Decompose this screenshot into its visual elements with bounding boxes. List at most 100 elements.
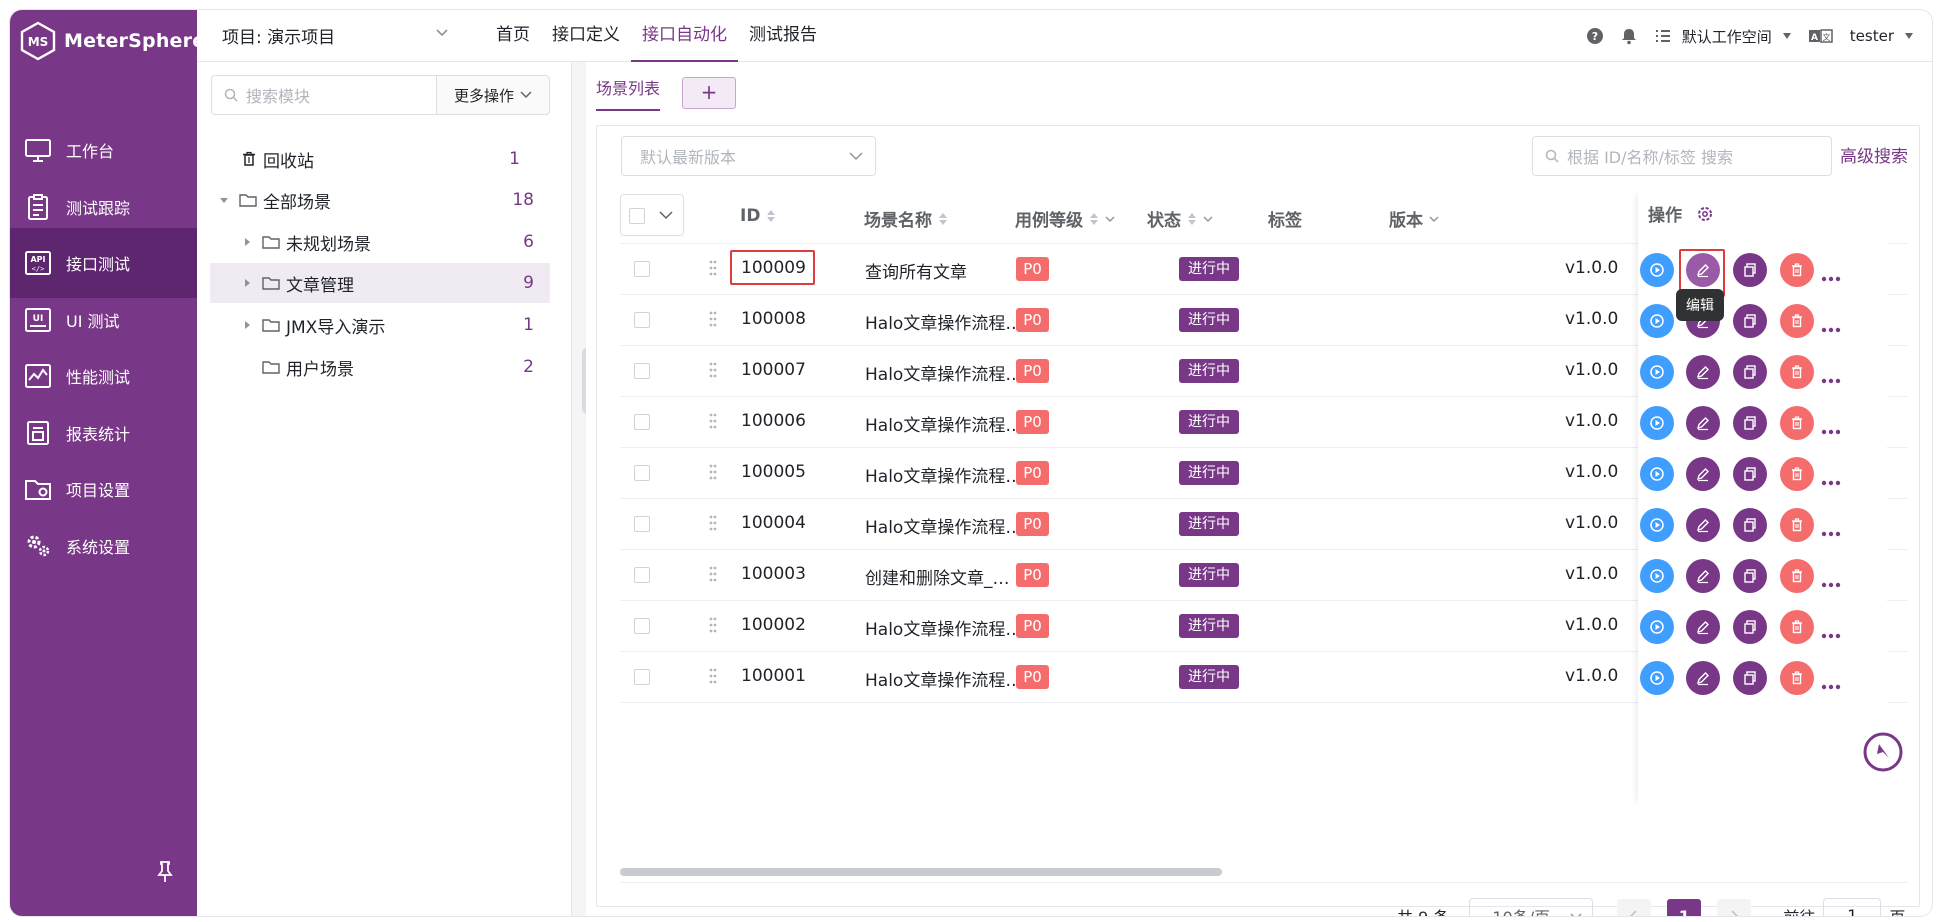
settings-icon[interactable] — [1696, 205, 1714, 223]
column-header-level[interactable]: 用例等级 — [1015, 206, 1115, 231]
copy-button[interactable] — [1733, 457, 1767, 491]
module-search-input[interactable]: 搜索模块 — [211, 75, 437, 115]
tab-scenario-list[interactable]: 场景列表 — [596, 75, 661, 111]
more-actions-icon[interactable] — [1821, 471, 1841, 486]
row-checkbox[interactable] — [634, 312, 650, 328]
more-actions-icon[interactable] — [1821, 369, 1841, 384]
row-checkbox[interactable] — [634, 363, 650, 379]
delete-button[interactable] — [1780, 355, 1814, 389]
more-actions-icon[interactable] — [1821, 624, 1841, 639]
copy-button[interactable] — [1733, 253, 1767, 287]
copy-button[interactable] — [1733, 661, 1767, 695]
caret-down-icon[interactable] — [219, 195, 229, 205]
caret-right-icon[interactable] — [242, 278, 252, 288]
more-actions-icon[interactable] — [1821, 675, 1841, 690]
version-select[interactable]: 默认最新版本 — [621, 136, 876, 176]
sidebar-item-system-settings[interactable]: 系统设置 — [10, 511, 197, 581]
delete-button[interactable] — [1780, 661, 1814, 695]
drag-handle-icon[interactable] — [709, 565, 717, 583]
drag-handle-icon[interactable] — [709, 616, 717, 634]
copy-button[interactable] — [1733, 304, 1767, 338]
sort-icon[interactable] — [938, 211, 948, 227]
drag-handle-icon[interactable] — [709, 463, 717, 481]
compass-icon[interactable] — [1862, 731, 1904, 773]
edit-button[interactable] — [1686, 661, 1720, 695]
page-number-current[interactable]: 1 — [1667, 899, 1702, 916]
tab-test-report[interactable]: 测试报告 — [738, 10, 828, 62]
column-header-version[interactable]: 版本 — [1389, 206, 1439, 231]
caret-right-icon[interactable] — [242, 237, 252, 247]
edit-button[interactable] — [1686, 559, 1720, 593]
prev-page-button[interactable] — [1617, 899, 1652, 916]
user-menu[interactable]: tester — [1850, 27, 1914, 45]
copy-button[interactable] — [1733, 610, 1767, 644]
drag-handle-icon[interactable] — [709, 361, 717, 379]
delete-button[interactable] — [1780, 304, 1814, 338]
copy-button[interactable] — [1733, 355, 1767, 389]
tab-home[interactable]: 首页 — [485, 10, 541, 62]
more-actions-icon[interactable] — [1821, 267, 1841, 282]
row-id[interactable]: 100005 — [741, 462, 806, 482]
row-name[interactable]: Halo文章操作流程… — [865, 666, 1025, 691]
delete-button[interactable] — [1780, 559, 1814, 593]
row-id[interactable]: 100009 — [730, 250, 815, 285]
edit-button[interactable] — [1686, 508, 1720, 542]
delete-button[interactable] — [1780, 406, 1814, 440]
more-actions-icon[interactable] — [1821, 522, 1841, 537]
more-actions-icon[interactable] — [1821, 318, 1841, 333]
next-page-button[interactable] — [1717, 899, 1752, 916]
row-checkbox[interactable] — [634, 567, 650, 583]
drag-handle-icon[interactable] — [709, 259, 717, 277]
bell-icon[interactable] — [1620, 27, 1638, 45]
horizontal-scrollbar[interactable] — [620, 868, 1222, 876]
run-button[interactable] — [1640, 508, 1674, 542]
row-name[interactable]: Halo文章操作流程… — [865, 513, 1025, 538]
row-checkbox[interactable] — [634, 516, 650, 532]
more-actions-icon[interactable] — [1821, 420, 1841, 435]
row-checkbox[interactable] — [634, 669, 650, 685]
drag-handle-icon[interactable] — [709, 310, 717, 328]
select-all-checkbox[interactable] — [629, 208, 645, 224]
run-button[interactable] — [1640, 610, 1674, 644]
delete-button[interactable] — [1780, 457, 1814, 491]
delete-button[interactable] — [1780, 253, 1814, 287]
add-tab-button[interactable]: + — [682, 77, 736, 109]
edit-button[interactable] — [1686, 406, 1720, 440]
run-button[interactable] — [1640, 406, 1674, 440]
scenario-search-input[interactable]: 根据 ID/名称/标签 搜索 — [1532, 136, 1832, 176]
tree-node-jmx-import[interactable]: JMX导入演示 1 — [210, 305, 550, 345]
row-checkbox[interactable] — [634, 261, 650, 277]
advanced-search-link[interactable]: 高级搜索 — [1840, 142, 1908, 167]
row-name[interactable]: Halo文章操作流程… — [865, 615, 1025, 640]
row-id[interactable]: 100001 — [741, 666, 806, 686]
edit-button[interactable] — [1686, 355, 1720, 389]
delete-button[interactable] — [1780, 610, 1814, 644]
sort-icon[interactable] — [1089, 211, 1099, 227]
project-selector[interactable]: 项目: 演示项目 — [222, 23, 335, 48]
language-icon[interactable]: A文 — [1808, 27, 1834, 45]
filter-chevron-icon[interactable] — [1203, 215, 1213, 223]
edit-button[interactable] — [1686, 610, 1720, 644]
column-header-name[interactable]: 场景名称 — [864, 206, 948, 231]
chevron-down-icon[interactable] — [435, 28, 449, 38]
row-name[interactable]: Halo文章操作流程… — [865, 462, 1025, 487]
goto-page-input[interactable]: 1 — [1823, 898, 1882, 916]
more-operations-button[interactable]: 更多操作 — [437, 75, 550, 115]
row-id[interactable]: 100004 — [741, 513, 806, 533]
run-button[interactable] — [1640, 253, 1674, 287]
chevron-down-icon[interactable] — [659, 211, 673, 220]
copy-button[interactable] — [1733, 559, 1767, 593]
row-id[interactable]: 100003 — [741, 564, 806, 584]
copy-button[interactable] — [1733, 508, 1767, 542]
row-id[interactable]: 100007 — [741, 360, 806, 380]
help-icon[interactable]: ? — [1586, 27, 1604, 45]
row-id[interactable]: 100006 — [741, 411, 806, 431]
caret-right-icon[interactable] — [242, 320, 252, 330]
row-checkbox[interactable] — [634, 414, 650, 430]
column-header-id[interactable]: ID — [740, 206, 776, 226]
select-all-dropdown[interactable] — [620, 194, 684, 236]
filter-chevron-icon[interactable] — [1429, 215, 1439, 223]
tree-node-user-scenarios[interactable]: 用户场景 2 — [210, 347, 550, 387]
sort-icon[interactable] — [766, 208, 776, 224]
row-name[interactable]: 创建和删除文章_… — [865, 564, 1025, 589]
